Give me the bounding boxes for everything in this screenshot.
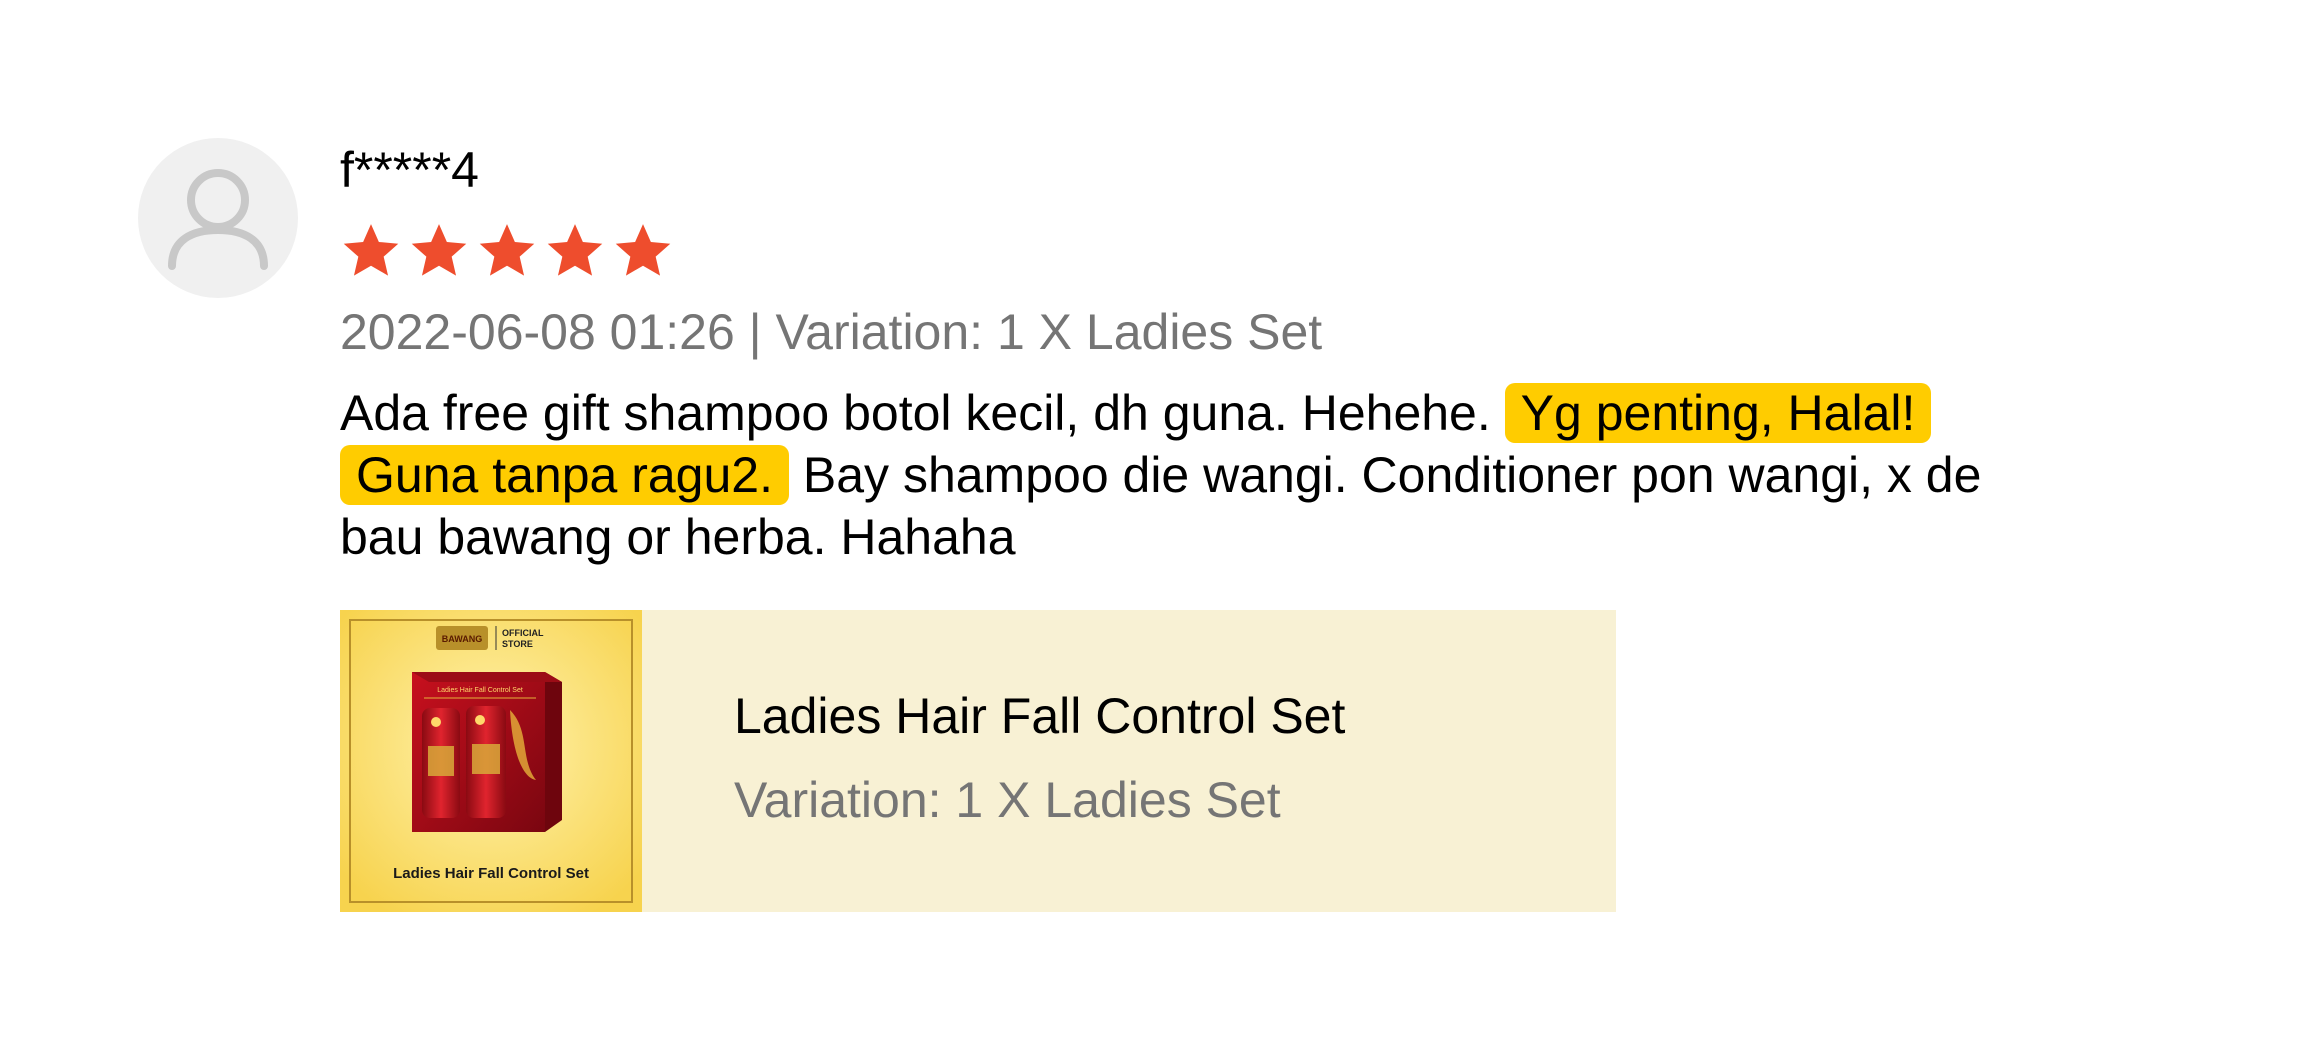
review-comment-text: Ada free gift shampoo botol kecil, dh gu… xyxy=(340,385,1491,441)
star-icon xyxy=(411,224,467,276)
thumbnail-store-label-2: STORE xyxy=(502,639,533,649)
review: f*****4 2022-06-08 01:26 | Variation: 1 … xyxy=(340,138,2040,568)
star-icon xyxy=(547,224,603,276)
thumbnail-caption: Ladies Hair Fall Control Set xyxy=(393,865,589,882)
thumbnail-box-title: Ladies Hair Fall Control Set xyxy=(437,687,523,694)
product-variation: Variation: 1 X Ladies Set xyxy=(734,772,1281,828)
thumbnail-brand: BAWANG xyxy=(442,634,483,644)
product-name[interactable]: Ladies Hair Fall Control Set xyxy=(734,684,1345,748)
star-icon xyxy=(615,224,671,276)
user-icon xyxy=(168,169,268,270)
rating-stars xyxy=(340,220,2040,284)
product-card[interactable]: BAWANG OFFICIAL STORE Ladies Hair Fall C… xyxy=(340,610,1616,912)
review-comment: Ada free gift shampoo botol kecil, dh gu… xyxy=(340,382,2020,568)
star-icon xyxy=(343,224,399,276)
thumbnail-store-label: OFFICIAL xyxy=(502,628,544,638)
review-username: f*****4 xyxy=(340,142,479,198)
avatar xyxy=(138,138,298,298)
star-icon xyxy=(479,224,535,276)
product-info: Ladies Hair Fall Control Set Variation: … xyxy=(642,610,1345,912)
review-meta: 2022-06-08 01:26 | Variation: 1 X Ladies… xyxy=(340,304,1323,360)
product-thumbnail: BAWANG OFFICIAL STORE Ladies Hair Fall C… xyxy=(340,610,642,912)
